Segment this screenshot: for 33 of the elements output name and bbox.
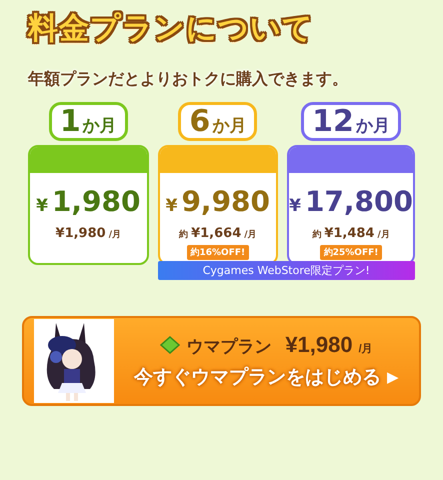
play-arrow-icon: ▶ <box>387 368 399 386</box>
plan-price: ¥1,980 <box>285 332 353 358</box>
monthly-price: ¥1,980 <box>56 226 106 241</box>
per-month: /月 <box>244 228 257 241</box>
plan-price: 9,980 <box>181 185 270 218</box>
plan-name: ウマプラン <box>186 336 272 358</box>
month-unit: か月 <box>82 115 117 137</box>
plan-price: 17,800 <box>304 185 413 218</box>
button-label: 今すぐウマプランをはじめる <box>134 366 381 390</box>
currency-sign: ¥ <box>36 196 48 216</box>
per-month: /月 <box>377 228 390 241</box>
subtitle: 年額プランだとよりおトクに購入できます。 <box>28 69 348 90</box>
monthly-price: ¥1,664 <box>191 226 242 241</box>
currency-sign: ¥ <box>289 196 301 216</box>
month-number: 1 <box>60 105 81 138</box>
monthly-price: ¥1,484 <box>324 226 374 241</box>
page-title: 料金プランについて <box>28 10 314 48</box>
gem-icon <box>160 336 180 354</box>
discount-badge: 約16%OFF! <box>186 245 250 260</box>
store-banner: Cygames WebStore限定プラン! <box>158 261 415 280</box>
month-unit: か月 <box>212 115 246 137</box>
per-month: /月 <box>358 342 373 356</box>
plan-card[interactable]: ¥1,980 ¥1,980 /月 <box>28 145 149 265</box>
per-month: /月 <box>108 228 121 241</box>
approx-label: 約 <box>312 228 322 241</box>
start-plan-button[interactable]: ウマプラン ¥1,980 /月 今すぐウマプランをはじめる ▶ <box>22 316 421 406</box>
currency-sign: ¥ <box>166 196 178 216</box>
approx-label: 約 <box>179 228 188 241</box>
discount-badge: 約25%OFF! <box>320 245 382 260</box>
month-unit: か月 <box>356 115 390 137</box>
month-number: 6 <box>189 105 210 138</box>
month-number: 12 <box>312 105 354 138</box>
plan-price: 1,980 <box>52 185 140 218</box>
